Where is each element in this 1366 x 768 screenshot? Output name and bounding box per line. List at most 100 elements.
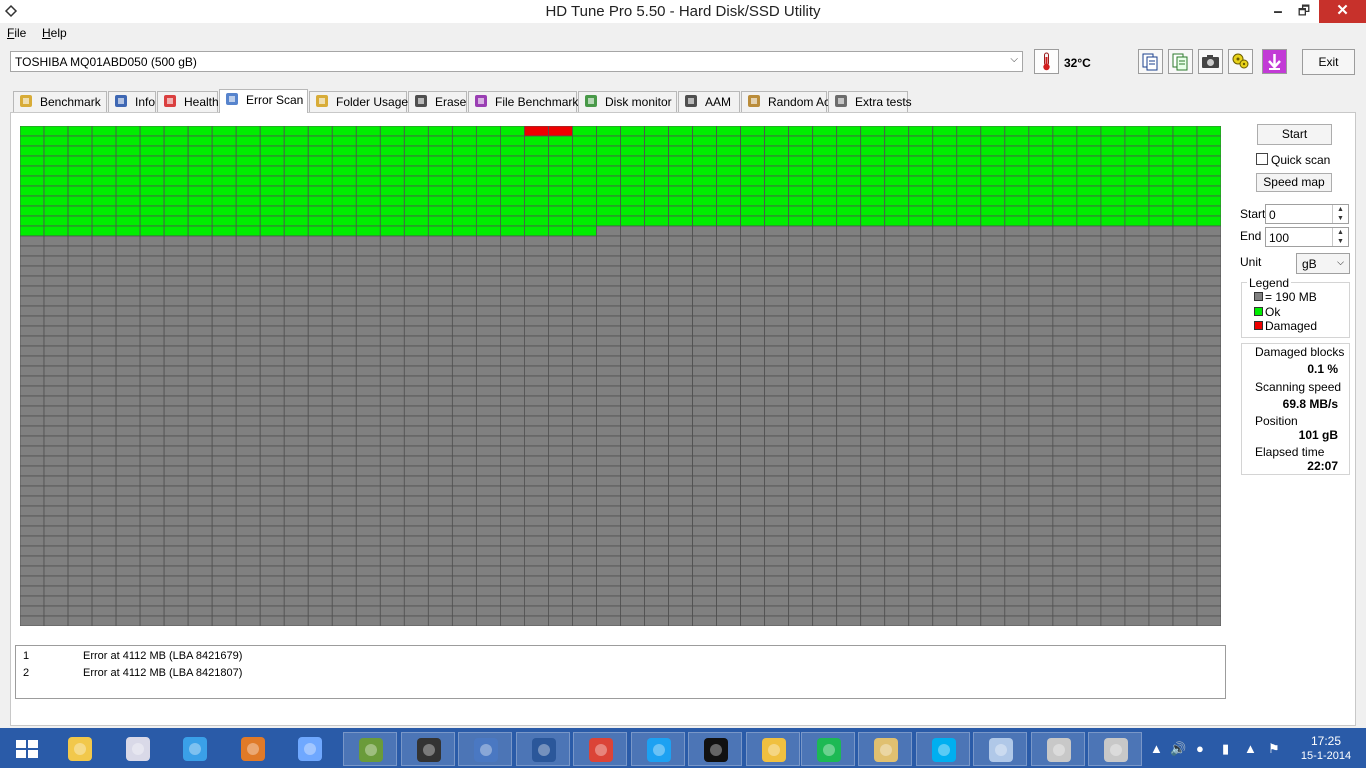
copy-text-button[interactable] (1168, 49, 1193, 74)
unscanned-block (1196, 505, 1221, 517)
control-panel-icon[interactable] (111, 732, 165, 766)
battery-icon[interactable]: ▮ (1222, 741, 1229, 757)
ok-block (1076, 165, 1102, 177)
start-scan-button[interactable]: Start (1257, 124, 1332, 145)
unscanned-block (572, 355, 597, 367)
tab-file-benchmark[interactable]: File Benchmark (468, 91, 578, 112)
network-icon[interactable] (973, 732, 1027, 766)
unscanned-block (67, 515, 93, 527)
audio-tool-icon[interactable] (226, 732, 280, 766)
tab-random-access[interactable]: Random Access (741, 91, 855, 112)
tab-info[interactable]: Info (108, 91, 156, 112)
spotify-tray-icon[interactable]: ● (1196, 741, 1204, 756)
list-item[interactable]: 2 Error at 4112 MB (LBA 8421807) (16, 667, 1225, 683)
unscanned-block (524, 395, 549, 407)
unit-select[interactable]: gB ⌵ (1296, 253, 1350, 274)
unscanned-block (355, 565, 381, 577)
minimize-button[interactable]: 🗕 (1265, 0, 1291, 23)
tab-error-scan[interactable]: Error Scan (219, 89, 308, 113)
spin-arrows-icon[interactable]: ▲ ▼ (1332, 228, 1348, 246)
unscanned-block (20, 405, 45, 417)
list-item[interactable]: 1 Error at 4112 MB (LBA 8421679) (16, 650, 1225, 666)
unscanned-block (307, 435, 333, 447)
show-hidden-icons-icon[interactable]: ▲ (1150, 741, 1163, 756)
file-explorer-icon[interactable] (53, 732, 107, 766)
word-icon[interactable] (516, 732, 570, 766)
unscanned-block (307, 305, 333, 317)
tab-aam[interactable]: AAM (678, 91, 740, 112)
unscanned-block (1172, 285, 1198, 297)
menu-help[interactable]: Help (42, 26, 67, 40)
unscanned-block (812, 605, 838, 617)
unscanned-block (20, 275, 45, 287)
start-field-input[interactable]: 0 ▲ ▼ (1265, 204, 1349, 224)
media-player-icon[interactable] (688, 732, 742, 766)
tab-health[interactable]: Health (157, 91, 219, 112)
start-button-icon[interactable] (0, 732, 54, 766)
ok-block (307, 205, 333, 217)
quick-scan-checkbox[interactable]: Quick scan (1256, 152, 1336, 168)
unscanned-block (187, 255, 213, 267)
twitter-icon[interactable] (631, 732, 685, 766)
unscanned-block (596, 385, 621, 397)
unscanned-block (764, 565, 790, 577)
flag-icon[interactable]: ⚑ (1268, 741, 1280, 757)
tab-benchmark[interactable]: Benchmark (13, 91, 107, 112)
usb-drive-icon[interactable] (1031, 732, 1085, 766)
unscanned-block (956, 395, 982, 407)
unscanned-block (379, 255, 405, 267)
tab-extra-tests[interactable]: Extra tests (828, 91, 912, 112)
unscanned-block (836, 495, 862, 507)
tab-folder-usage[interactable]: Folder Usage (309, 91, 408, 112)
error-list[interactable]: 1 Error at 4112 MB (LBA 8421679) 2 Error… (15, 645, 1226, 699)
app-tb-icon[interactable] (283, 732, 337, 766)
close-button[interactable]: ✕ (1319, 0, 1366, 23)
tab-disk-monitor[interactable]: Disk monitor (578, 91, 677, 112)
clock-date[interactable]: 15-1-2014 (1294, 750, 1358, 762)
quick-scan-box[interactable] (1256, 153, 1268, 165)
unscanned-block (620, 485, 645, 497)
clock-time[interactable]: 17:25 (1296, 734, 1356, 748)
chrome-icon[interactable] (573, 732, 627, 766)
save-button[interactable] (1262, 49, 1287, 74)
menu-file[interactable]: File (7, 26, 26, 40)
volume-icon[interactable]: 🔊 (1170, 741, 1186, 757)
internet-explorer-icon[interactable] (168, 732, 222, 766)
unscanned-block (355, 365, 381, 377)
exit-button[interactable]: Exit (1302, 49, 1355, 75)
unscanned-block (1148, 435, 1174, 447)
writer-icon[interactable] (458, 732, 512, 766)
unscanned-block (355, 285, 381, 297)
spotify-icon[interactable] (801, 732, 855, 766)
drive-select[interactable]: TOSHIBA MQ01ABD050 (500 gB) ⌵ (10, 51, 1023, 72)
copy-info-button[interactable] (1138, 49, 1163, 74)
ok-block (908, 205, 934, 217)
unscanned-block (427, 515, 453, 527)
unscanned-block (20, 605, 45, 617)
minecraft-icon[interactable] (343, 732, 397, 766)
unscanned-block (235, 235, 261, 247)
unscanned-block (427, 475, 453, 487)
screenshot-button[interactable] (1198, 49, 1223, 74)
unscanned-block (548, 305, 573, 317)
hdtune-icon[interactable] (746, 732, 800, 766)
wordpad-icon[interactable] (858, 732, 912, 766)
ok-block (836, 195, 862, 207)
speed-map-button[interactable]: Speed map (1256, 173, 1332, 192)
ok-block (1196, 175, 1221, 187)
spin-arrows-icon[interactable]: ▲ ▼ (1332, 205, 1348, 223)
movie-maker-icon[interactable] (401, 732, 455, 766)
tab-erase[interactable]: Erase (408, 91, 467, 112)
unscanned-block (115, 325, 141, 337)
unscanned-block (572, 455, 597, 467)
unscanned-block (884, 315, 910, 327)
end-field-input[interactable]: 100 ▲ ▼ (1265, 227, 1349, 247)
unscanned-block (1052, 285, 1078, 297)
skype-icon[interactable] (916, 732, 970, 766)
usb-drive-2-icon[interactable] (1088, 732, 1142, 766)
options-button[interactable] (1228, 49, 1253, 74)
ok-block (1052, 165, 1078, 177)
ok-block (596, 195, 621, 207)
signal-icon[interactable]: ▲ (1244, 741, 1257, 756)
maximize-button[interactable]: 🗗 (1291, 0, 1317, 23)
